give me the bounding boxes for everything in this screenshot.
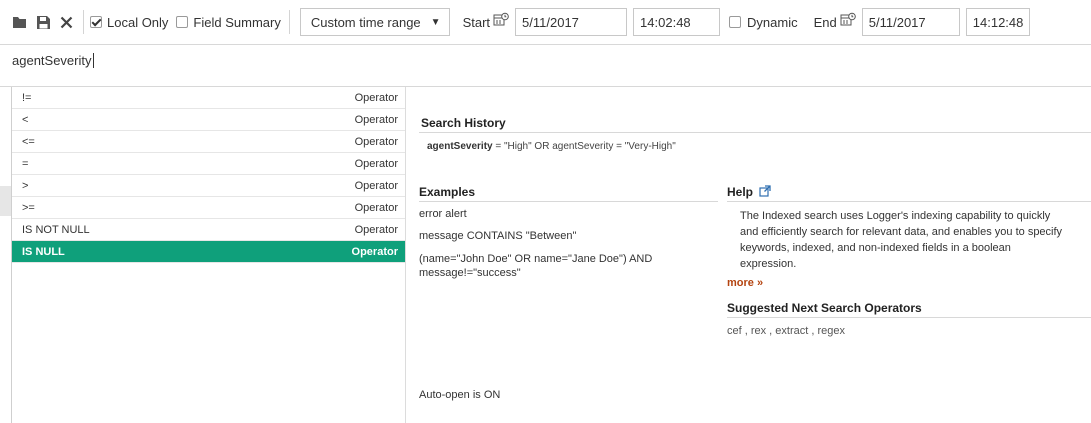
divider xyxy=(727,201,1091,202)
start-label: Start xyxy=(462,14,491,30)
start-date-value: 5/11/2017 xyxy=(522,14,579,30)
suggestion-name: > xyxy=(22,179,29,192)
suggestion-row[interactable]: >= Operator xyxy=(12,197,405,219)
external-link-icon[interactable] xyxy=(759,185,771,200)
search-history-item[interactable]: agentSeverity = "High" OR agentSeverity … xyxy=(427,141,676,152)
history-field: agentSeverity xyxy=(427,141,493,152)
next-operators-title: Suggested Next Search Operators xyxy=(727,301,922,315)
time-range-value: Custom time range xyxy=(310,14,421,30)
local-only-label: Local Only xyxy=(107,14,169,30)
calendar-clock-icon[interactable] xyxy=(493,12,509,33)
suggestion-row[interactable]: = Operator xyxy=(12,153,405,175)
dynamic-box[interactable] xyxy=(729,16,742,28)
folder-icon[interactable] xyxy=(12,15,27,29)
end-date-input[interactable]: 5/11/2017 xyxy=(861,8,960,36)
end-date-value: 5/11/2017 xyxy=(868,14,926,30)
suggestion-row[interactable]: <= Operator xyxy=(12,131,405,153)
text-caret xyxy=(92,53,94,68)
start-date-input[interactable]: 5/11/2017 xyxy=(515,8,628,36)
field-summary-box[interactable] xyxy=(176,16,189,28)
divider xyxy=(727,317,1091,318)
suggestion-list: != Operator < Operator <= Operator = Ope… xyxy=(11,87,406,423)
example-item[interactable]: (name="John Doe" OR name="Jane Doe") AND xyxy=(419,253,652,265)
end-label: End xyxy=(813,14,837,30)
example-item-continued[interactable]: message!="success" xyxy=(419,267,521,279)
calendar-clock-icon[interactable] xyxy=(840,12,856,33)
suggestion-type: Operator xyxy=(354,201,398,214)
divider xyxy=(419,201,718,202)
suggestion-row[interactable]: < Operator xyxy=(12,109,405,131)
field-summary-checkbox[interactable]: Field Summary xyxy=(176,14,281,30)
suggestion-type: Operator xyxy=(351,245,398,258)
divider xyxy=(419,132,1091,133)
search-query-input[interactable]: agentSeverity xyxy=(0,44,1091,87)
dynamic-checkbox[interactable]: Dynamic xyxy=(729,15,798,30)
search-query-wrapper: agentSeverity xyxy=(12,53,94,68)
time-range-select[interactable]: Custom time range ▼ xyxy=(299,8,450,36)
end-time-value: 14:12:48 xyxy=(972,14,1024,30)
history-rest: = "High" OR agentSeverity = "Very-High" xyxy=(492,141,676,152)
example-item[interactable]: message CONTAINS "Between" xyxy=(419,230,576,242)
suggestion-name: <= xyxy=(22,135,35,148)
start-time-input[interactable]: 14:02:48 xyxy=(633,8,721,36)
suggestion-row[interactable]: IS NOT NULL Operator xyxy=(12,219,405,241)
local-only-checkbox[interactable]: Local Only xyxy=(90,15,168,30)
suggestion-name: < xyxy=(22,113,29,126)
auto-open-status[interactable]: Auto-open is ON xyxy=(419,389,500,401)
dropdown-arrow-icon: ▼ xyxy=(430,16,441,28)
save-icon[interactable] xyxy=(36,15,51,30)
dynamic-label: Dynamic xyxy=(747,14,798,30)
search-history-title: Search History xyxy=(421,116,506,130)
suggestion-name: >= xyxy=(22,201,35,214)
suggestion-name: != xyxy=(22,91,32,104)
search-query-text: agentSeverity xyxy=(12,53,92,68)
scroll-handle[interactable] xyxy=(0,186,11,216)
suggestion-type: Operator xyxy=(354,157,398,170)
help-text: The Indexed search uses Logger's indexin… xyxy=(740,210,1063,270)
help-title: Help xyxy=(727,185,771,200)
suggestion-type: Operator xyxy=(354,135,398,148)
suggestion-type: Operator xyxy=(354,179,398,192)
suggestion-name: IS NULL xyxy=(22,245,65,258)
suggestion-row[interactable]: != Operator xyxy=(12,87,405,109)
examples-title: Examples xyxy=(419,185,476,199)
field-summary-label: Field Summary xyxy=(193,14,281,30)
toolbar-divider xyxy=(83,10,84,34)
suggestion-type: Operator xyxy=(354,113,398,126)
help-title-text: Help xyxy=(727,185,754,199)
info-panel: Search History agentSeverity = "High" OR… xyxy=(406,87,1091,423)
next-operators-list[interactable]: cef , rex , extract , regex xyxy=(727,325,845,337)
more-link[interactable]: more » xyxy=(727,277,763,289)
start-time-value: 14:02:48 xyxy=(640,14,691,30)
suggestion-type: Operator xyxy=(354,223,398,236)
end-time-input[interactable]: 14:12:48 xyxy=(965,8,1030,36)
example-item[interactable]: error alert xyxy=(419,208,467,220)
suggestion-type: Operator xyxy=(354,91,398,104)
toolbar-divider xyxy=(288,10,290,34)
suggestion-row[interactable]: > Operator xyxy=(12,175,405,197)
local-only-box[interactable] xyxy=(90,16,102,28)
suggestion-name: = xyxy=(22,157,29,170)
close-icon[interactable] xyxy=(60,16,73,29)
suggestion-name: IS NOT NULL xyxy=(22,223,90,236)
suggestion-row-selected[interactable]: IS NULL Operator xyxy=(12,241,405,263)
toolbar: Local Only Field Summary Custom time ran… xyxy=(0,0,1091,44)
